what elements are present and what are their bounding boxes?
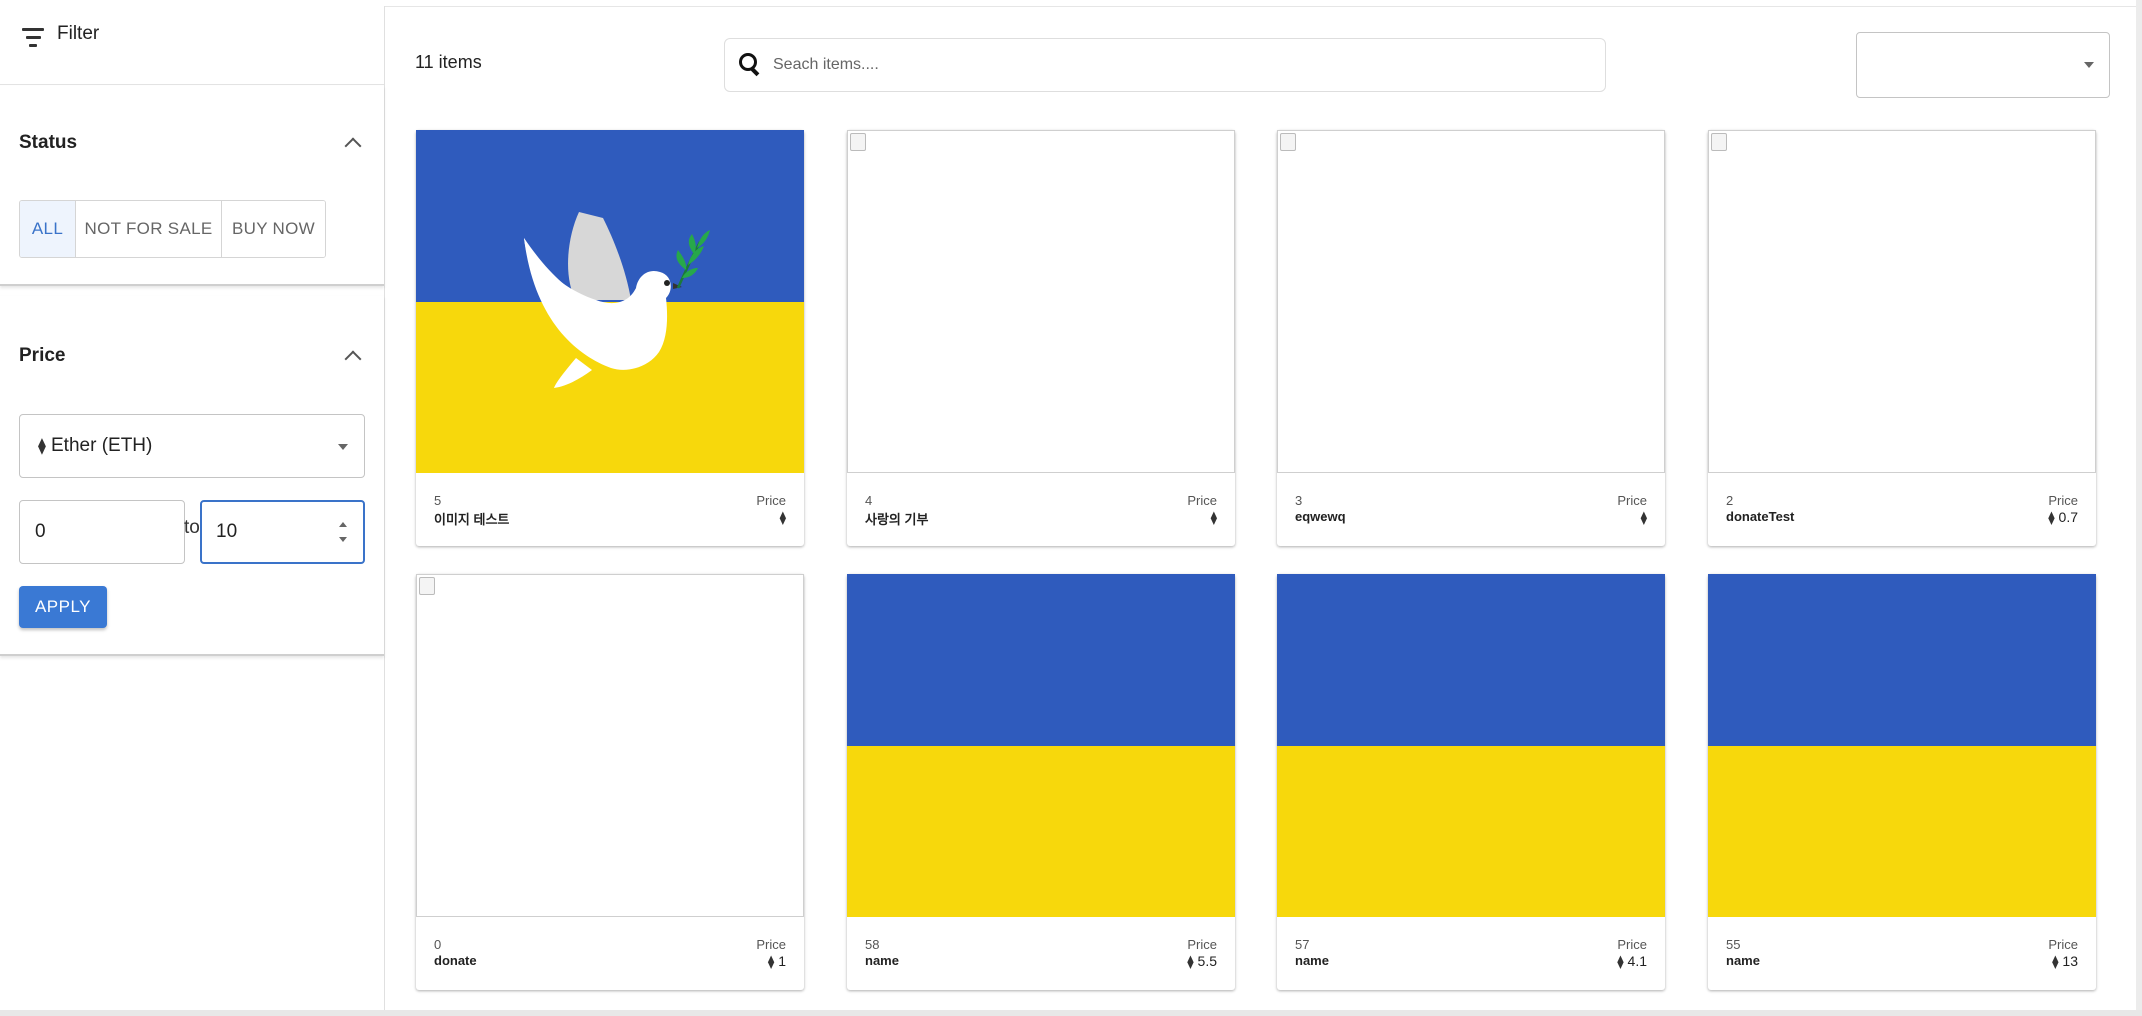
filter-title: Filter [57, 23, 100, 44]
nft-card[interactable]: 55 name Price ⧫ 13 [1708, 574, 2096, 990]
status-section: Status ALL NOT FOR SALE BUY NOW [0, 86, 384, 286]
ethereum-icon: ⧫ [1210, 510, 1217, 525]
nft-card[interactable]: 0 donate Price ⧫ 1 [416, 574, 804, 990]
sort-select[interactable] [1856, 32, 2110, 98]
card-price-value: 13 [2062, 953, 2078, 969]
card-name: 사랑의 기부 [865, 512, 929, 527]
nft-card[interactable]: 5 이미지 테스트 Price ⧫ [416, 130, 804, 546]
chevron-up-icon[interactable] [344, 137, 362, 155]
card-image-broken [1277, 130, 1665, 473]
card-id: 0 [434, 937, 442, 952]
window-right-edge [2136, 0, 2142, 1016]
search-input[interactable]: Seach items.... [773, 56, 879, 74]
nft-card[interactable]: 4 사랑의 기부 Price ⧫ [847, 130, 1235, 546]
card-name: name [865, 953, 899, 968]
status-toggle-group: ALL NOT FOR SALE BUY NOW [19, 200, 326, 258]
ethereum-icon: ⧫ [1640, 510, 1647, 525]
card-name: donate [434, 953, 477, 968]
card-price: ⧫ [1641, 509, 1647, 526]
status-title: Status [19, 132, 78, 153]
card-name: 이미지 테스트 [434, 512, 510, 527]
card-price-value: 5.5 [1197, 953, 1217, 969]
nft-card[interactable]: 2 donateTest Price ⧫ 0.7 [1708, 130, 2096, 546]
card-price-value: 1 [778, 953, 786, 969]
chevron-up-icon[interactable] [344, 350, 362, 368]
ethereum-icon: ⧫ [1617, 954, 1624, 969]
card-id: 58 [865, 937, 880, 952]
card-name: donateTest [1726, 509, 1795, 524]
card-price: ⧫ 5.5 [1187, 953, 1217, 970]
items-count: 11 items [415, 52, 482, 72]
card-price-label: Price [2048, 937, 2078, 952]
ethereum-icon: ⧫ [38, 438, 46, 455]
broken-image-icon [1280, 133, 1296, 151]
card-id: 55 [1726, 937, 1741, 952]
card-image-dove-flag [416, 130, 804, 473]
card-price-label: Price [2048, 493, 2078, 508]
ethereum-icon: ⧫ [779, 510, 786, 525]
price-title: Price [19, 345, 66, 366]
card-id: 2 [1726, 493, 1734, 508]
price-max-input[interactable]: 10 [200, 500, 365, 564]
card-price-value: 4.1 [1627, 953, 1647, 969]
card-image-broken [416, 574, 804, 917]
ethereum-icon: ⧫ [1187, 954, 1194, 969]
card-id: 3 [1295, 493, 1303, 508]
apply-button[interactable]: APPLY [19, 586, 107, 628]
chevron-down-icon [2084, 62, 2094, 68]
price-min-value: 0 [35, 521, 46, 542]
nft-card[interactable]: 57 name Price ⧫ 4.1 [1277, 574, 1665, 990]
card-price: ⧫ 1 [768, 953, 786, 970]
status-option-not-for-sale[interactable]: NOT FOR SALE [76, 201, 222, 257]
card-price: ⧫ 13 [2052, 953, 2078, 970]
price-min-input[interactable]: 0 [19, 500, 185, 564]
card-id: 57 [1295, 937, 1310, 952]
card-price: ⧫ [1211, 509, 1217, 526]
card-price-label: Price [1187, 493, 1217, 508]
search-bar[interactable]: Seach items.... [724, 38, 1606, 92]
filter-icon [22, 28, 44, 48]
card-price-label: Price [1187, 937, 1217, 952]
card-image-flag [1708, 574, 2096, 917]
window-bottom-edge [0, 1010, 2142, 1016]
filter-sidebar: Filter Status ALL NOT FOR SALE BUY NOW P… [0, 6, 385, 1010]
card-price: ⧫ 0.7 [2048, 509, 2078, 526]
ethereum-icon: ⧫ [2048, 510, 2055, 525]
card-image-flag [847, 574, 1235, 917]
card-price-label: Price [1617, 937, 1647, 952]
card-name: name [1295, 953, 1329, 968]
currency-select[interactable]: ⧫ Ether (ETH) [19, 414, 365, 478]
card-price-value: 0.7 [2058, 509, 2078, 525]
card-price: ⧫ 4.1 [1617, 953, 1647, 970]
status-option-all[interactable]: ALL [20, 201, 76, 257]
card-price-label: Price [1617, 493, 1647, 508]
broken-image-icon [850, 133, 866, 151]
card-image-broken [847, 130, 1235, 473]
price-to-label: to [184, 517, 200, 538]
card-image-broken [1708, 130, 2096, 473]
nft-card[interactable]: 58 name Price ⧫ 5.5 [847, 574, 1235, 990]
ethereum-icon: ⧫ [2052, 954, 2059, 969]
card-price-label: Price [756, 937, 786, 952]
card-name: eqwewq [1295, 509, 1346, 524]
card-id: 5 [434, 493, 442, 508]
broken-image-icon [419, 577, 435, 595]
card-name: name [1726, 953, 1760, 968]
card-price: ⧫ [780, 509, 786, 526]
currency-label: Ether (ETH) [51, 435, 153, 456]
peace-dove-icon [524, 212, 710, 388]
broken-image-icon [1711, 133, 1727, 151]
ethereum-icon: ⧫ [767, 954, 775, 969]
filter-header[interactable]: Filter [0, 6, 384, 85]
search-icon [739, 53, 761, 76]
status-option-buy-now[interactable]: BUY NOW [222, 201, 325, 257]
nft-card[interactable]: 3 eqwewq Price ⧫ [1277, 130, 1665, 546]
price-max-value: 10 [216, 521, 238, 542]
card-image-flag [1277, 574, 1665, 917]
card-price-label: Price [756, 493, 786, 508]
card-id: 4 [865, 493, 873, 508]
number-spinner-icon[interactable] [339, 522, 349, 546]
chevron-down-icon [338, 444, 348, 450]
